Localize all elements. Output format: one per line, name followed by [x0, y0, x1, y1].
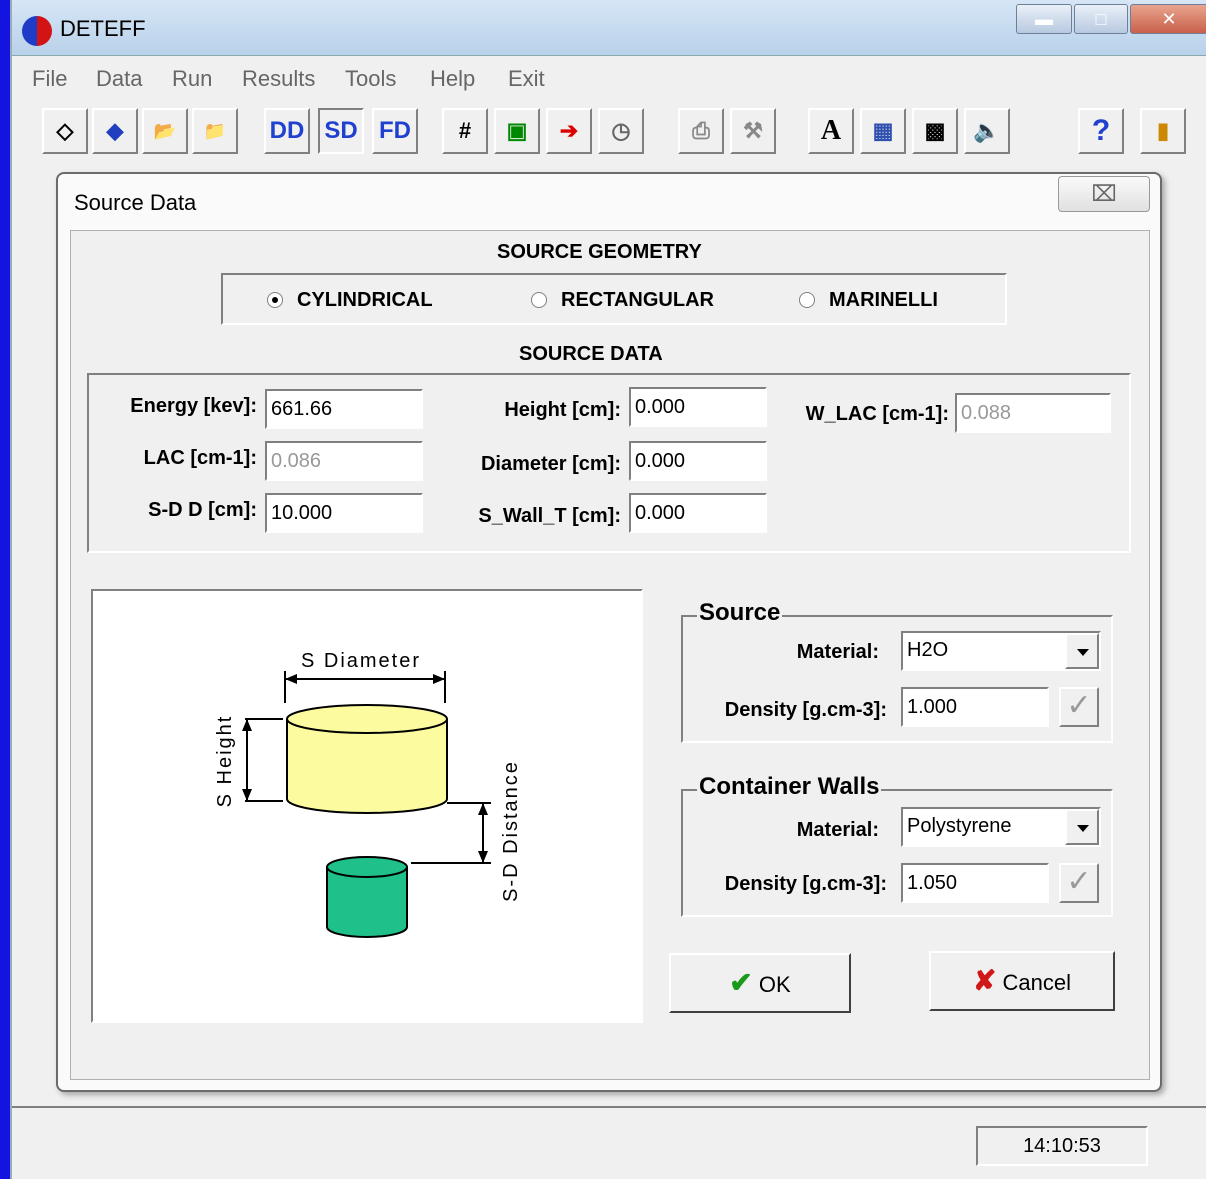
lac-input[interactable]	[265, 441, 423, 481]
cancel-label: Cancel	[1002, 970, 1072, 995]
status-bar: 14:10:53	[12, 1106, 1206, 1179]
open-folder-icon[interactable]: 📂	[142, 108, 188, 154]
walls-material-label: Material:	[796, 819, 879, 841]
menu-exit[interactable]: Exit	[508, 66, 545, 92]
data-header: SOURCE DATA	[519, 343, 663, 365]
diameter-input[interactable]	[629, 441, 767, 481]
close-window-button[interactable]: ✕	[1130, 4, 1206, 34]
clock-display: 14:10:53	[976, 1126, 1148, 1166]
walls-density-label: Density [g.cm-3]:	[724, 873, 887, 895]
cancel-button[interactable]: ✘ Cancel	[929, 951, 1115, 1011]
menu-bar: File Data Run Results Tools Help Exit	[12, 58, 1206, 100]
swall-label: S_Wall_T [cm]:	[478, 505, 621, 527]
geometry-options: CYLINDRICAL RECTANGULAR MARINELLI	[221, 273, 1007, 325]
font-icon[interactable]: A	[808, 108, 854, 154]
radio-icon	[531, 292, 547, 308]
checkmark-icon[interactable]: ✓	[1059, 687, 1099, 727]
menu-help[interactable]: Help	[430, 66, 475, 92]
walls-group-title: Container Walls	[697, 773, 882, 801]
radio-rectangular[interactable]: RECTANGULAR	[531, 289, 714, 312]
walls-density-input[interactable]	[901, 863, 1049, 903]
wlac-label: W_LAC [cm-1]:	[805, 403, 949, 425]
energy-input[interactable]	[265, 389, 423, 429]
ok-label: OK	[758, 972, 791, 997]
sd-button[interactable]: SD	[318, 108, 364, 154]
radio-label: MARINELLI	[829, 289, 938, 311]
walls-material-value: Polystyrene	[907, 815, 1012, 837]
swall-input[interactable]	[629, 493, 767, 533]
geometry-header: SOURCE GEOMETRY	[497, 241, 702, 263]
height-label: Height [cm]:	[504, 399, 621, 421]
diameter-label: Diameter [cm]:	[480, 453, 621, 475]
chevron-down-icon[interactable]	[1065, 633, 1099, 669]
menu-results[interactable]: Results	[242, 66, 315, 92]
arrow-right-icon[interactable]: ➔	[546, 108, 592, 154]
save-file-icon[interactable]: ◆	[92, 108, 138, 154]
fd-button[interactable]: FD	[372, 108, 418, 154]
radio-label: CYLINDRICAL	[297, 289, 433, 311]
height-caption: S Height	[214, 715, 236, 808]
lac-label: LAC [cm-1]:	[143, 447, 257, 469]
cross-icon: ✘	[972, 965, 997, 996]
grid-icon[interactable]: #	[442, 108, 488, 154]
menu-tools[interactable]: Tools	[345, 66, 396, 92]
dialog-close-button[interactable]: ⌧	[1058, 176, 1150, 212]
clock-icon[interactable]: ◷	[598, 108, 644, 154]
title-bar: DETEFF ▬ □ ✕	[12, 0, 1206, 56]
ok-button[interactable]: ✔ OK	[669, 953, 851, 1013]
wlac-input[interactable]	[955, 393, 1111, 433]
diameter-caption: S Diameter	[301, 650, 421, 672]
source-data-dialog: Source Data ⌧ SOURCE GEOMETRY CYLINDRICA…	[56, 172, 1162, 1092]
distance-caption: S-D Distance	[500, 760, 522, 902]
source-group: Source Material: H2O Density [g.cm-3]: ✓	[681, 599, 1113, 743]
monitor-icon[interactable]: ▣	[494, 108, 540, 154]
source-density-input[interactable]	[901, 687, 1049, 727]
source-material-label: Material:	[796, 641, 879, 663]
geometry-diagram: S Diameter S Height S-D Distance	[91, 589, 643, 1023]
help-icon[interactable]: ?	[1078, 108, 1124, 154]
sdd-label: S-D D [cm]:	[148, 499, 257, 521]
walls-material-select[interactable]: Polystyrene	[901, 807, 1101, 847]
height-input[interactable]	[629, 387, 767, 427]
app-icon	[22, 16, 52, 46]
source-density-label: Density [g.cm-3]:	[724, 699, 887, 721]
tools-icon[interactable]: ⚒	[730, 108, 776, 154]
checkmark-icon[interactable]: ✓	[1059, 863, 1099, 903]
source-data-fields: Energy [kev]: LAC [cm-1]: S-D D [cm]: He…	[87, 373, 1131, 553]
speaker-icon[interactable]: 🔈	[964, 108, 1010, 154]
source-material-value: H2O	[907, 639, 949, 661]
energy-label: Energy [kev]:	[130, 395, 257, 417]
cylinder-diagram: S Diameter S Height S-D Distance	[214, 650, 522, 938]
source-material-select[interactable]: H2O	[901, 631, 1101, 671]
radio-cylindrical[interactable]: CYLINDRICAL	[267, 289, 433, 312]
toolbar: ◇ ◆ 📂 📁 DD SD FD # ▣ ➔ ◷ ⎙ ⚒ A ▦ ▩ 🔈 ? ▮	[12, 100, 1206, 162]
menu-data[interactable]: Data	[96, 66, 142, 92]
radio-selected-icon	[267, 292, 283, 308]
maximize-button[interactable]: □	[1074, 4, 1128, 34]
dd-button[interactable]: DD	[264, 108, 310, 154]
dialog-title: Source Data	[74, 190, 197, 215]
window-title: DETEFF	[60, 16, 146, 41]
calculator-icon[interactable]: ▩	[912, 108, 958, 154]
checkmark-icon: ✔	[729, 967, 753, 998]
dialog-panel: SOURCE GEOMETRY CYLINDRICAL RECTANGULAR …	[70, 230, 1150, 1080]
calendar-icon[interactable]: ▦	[860, 108, 906, 154]
source-group-title: Source	[697, 599, 783, 627]
print-icon[interactable]: ⎙	[678, 108, 724, 154]
container-walls-group: Container Walls Material: Polystyrene De…	[681, 773, 1113, 917]
folder-icon[interactable]: 📁	[192, 108, 238, 154]
chevron-down-icon[interactable]	[1065, 809, 1099, 845]
new-file-icon[interactable]: ◇	[42, 108, 88, 154]
sdd-input[interactable]	[265, 493, 423, 533]
radio-label: RECTANGULAR	[561, 289, 714, 311]
radio-icon	[799, 292, 815, 308]
radio-marinelli[interactable]: MARINELLI	[799, 289, 938, 312]
menu-run[interactable]: Run	[172, 66, 212, 92]
minimize-button[interactable]: ▬	[1016, 4, 1072, 34]
exit-door-icon[interactable]: ▮	[1140, 108, 1186, 154]
menu-file[interactable]: File	[32, 66, 67, 92]
